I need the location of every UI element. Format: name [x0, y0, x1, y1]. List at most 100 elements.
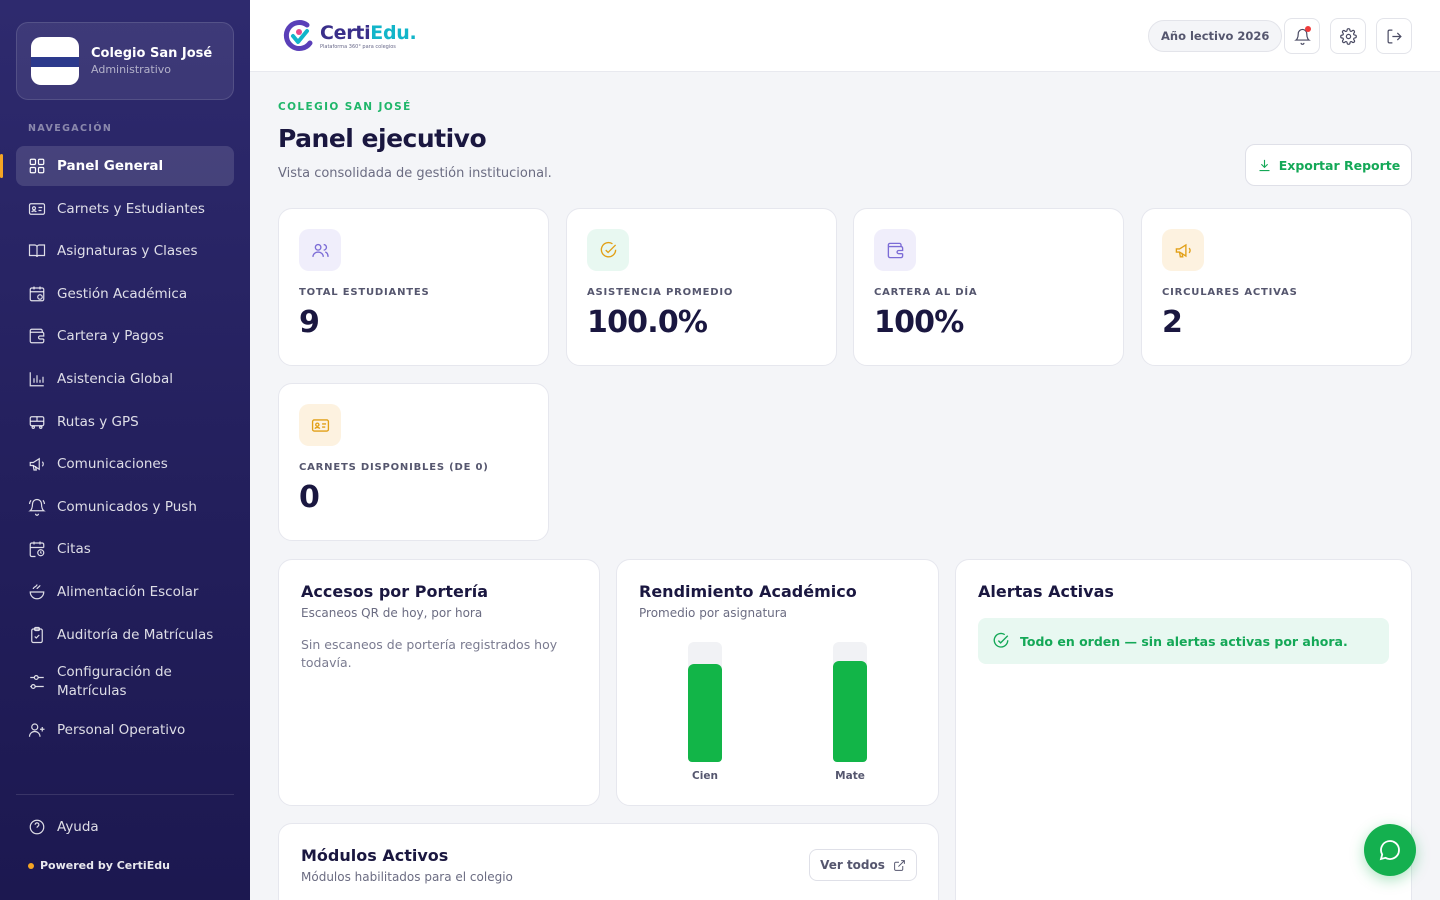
- export-label: Exportar Reporte: [1278, 157, 1401, 173]
- check-circle-icon: [587, 229, 629, 271]
- panel-subtitle: Escaneos QR de hoy, por hora: [301, 606, 483, 620]
- help-icon: [28, 818, 46, 836]
- sidebar-item-auditoria[interactable]: Auditoría de Matrículas: [16, 615, 234, 655]
- export-report-button[interactable]: Exportar Reporte: [1245, 144, 1412, 186]
- sidebar-item-panel-general[interactable]: Panel General: [0, 146, 234, 186]
- sidebar-item-personal[interactable]: Personal Operativo: [16, 710, 234, 750]
- school-card[interactable]: Colegio San José Administrativo: [16, 22, 234, 100]
- stat-card-cartera: CARTERA AL DÍA 100%: [853, 208, 1124, 366]
- sidebar: Colegio San José Administrativo NAVEGACI…: [0, 0, 250, 900]
- user-plus-icon: [28, 721, 46, 739]
- settings-sliders-icon: [28, 673, 46, 691]
- page-subtitle: Vista consolidada de gestión institucion…: [278, 166, 552, 181]
- sidebar-item-label: Configuración de Matrículas: [57, 664, 172, 700]
- check-circle-icon: [992, 632, 1020, 650]
- panel-subtitle: Módulos habilitados para el colegio: [301, 870, 513, 884]
- clipboard-check-icon: [28, 626, 46, 644]
- sidebar-item-label: Personal Operativo: [57, 721, 186, 738]
- id-card-icon: [28, 200, 46, 218]
- id-card-icon: [299, 404, 341, 446]
- sidebar-item-label: Citas: [57, 541, 91, 558]
- bar-track: [688, 642, 722, 762]
- logout-icon: [1386, 28, 1403, 45]
- stat-value: 100.0%: [587, 305, 708, 340]
- topbar: CertiEdu. Plataforma 360° para colegios …: [250, 0, 1440, 72]
- chat-fab-button[interactable]: [1364, 824, 1416, 876]
- logout-button[interactable]: [1376, 18, 1412, 54]
- nav-heading: NAVEGACIÓN: [28, 123, 113, 134]
- bus-icon: [28, 413, 46, 431]
- sidebar-item-alimentacion[interactable]: Alimentación Escolar: [16, 572, 234, 612]
- panel-title: Módulos Activos: [301, 846, 449, 865]
- sidebar-item-label: Carnets y Estudiantes: [57, 200, 205, 217]
- sidebar-nav: Panel General Carnets y Estudiantes Asig…: [0, 146, 234, 752]
- panel-title: Rendimiento Académico: [639, 582, 857, 601]
- panel-title: Accesos por Portería: [301, 582, 488, 601]
- megaphone-icon: [1162, 229, 1204, 271]
- brand-name: CertiEdu.: [320, 22, 417, 44]
- help-label: Ayuda: [57, 819, 99, 835]
- sidebar-item-asistencia[interactable]: Asistencia Global: [16, 359, 234, 399]
- alertas-activas-panel: Alertas Activas Todo en orden — sin aler…: [955, 559, 1412, 900]
- modulos-activos-panel: Módulos Activos Módulos habilitados para…: [278, 823, 939, 900]
- school-role: Administrativo: [91, 63, 172, 76]
- wallet-icon: [874, 229, 916, 271]
- users-icon: [299, 229, 341, 271]
- stat-label: ASISTENCIA PROMEDIO: [587, 287, 734, 298]
- accesos-porteria-panel: Accesos por Portería Escaneos QR de hoy,…: [278, 559, 600, 806]
- gear-icon: [1339, 27, 1357, 45]
- view-all-label: Ver todos: [820, 858, 885, 872]
- panel-subtitle: Promedio por asignatura: [639, 606, 788, 620]
- sidebar-item-carnets[interactable]: Carnets y Estudiantes: [16, 189, 234, 229]
- page-title: Panel ejecutivo: [278, 124, 487, 153]
- bar-cien[interactable]: [688, 664, 722, 762]
- sidebar-item-cartera[interactable]: Cartera y Pagos: [16, 316, 234, 356]
- sidebar-item-label: Asistencia Global: [57, 370, 174, 387]
- view-all-modules-button[interactable]: Ver todos: [809, 849, 917, 881]
- stat-value: 0: [299, 480, 320, 515]
- stat-label: CIRCULARES ACTIVAS: [1162, 287, 1298, 298]
- notification-badge: [1305, 26, 1311, 32]
- grid-icon: [28, 157, 46, 175]
- sidebar-divider: [16, 794, 234, 795]
- powered-by: Powered by CertiEdu: [28, 859, 170, 872]
- brand-logo[interactable]: CertiEdu. Plataforma 360° para colegios: [282, 18, 417, 54]
- sidebar-item-configuracion[interactable]: Configuración de Matrículas: [16, 657, 234, 707]
- sidebar-item-comunicaciones[interactable]: Comunicaciones: [16, 444, 234, 484]
- megaphone-icon: [28, 455, 46, 473]
- stat-card-total-estudiantes: TOTAL ESTUDIANTES 9: [278, 208, 549, 366]
- stat-card-asistencia: ASISTENCIA PROMEDIO 100.0%: [566, 208, 837, 366]
- external-link-icon: [885, 859, 906, 872]
- brand-tagline: Plataforma 360° para colegios: [320, 44, 396, 50]
- book-icon: [28, 242, 46, 260]
- food-icon: [28, 583, 46, 601]
- stat-value: 100%: [874, 305, 964, 340]
- powered-by-label: Powered by CertiEdu: [40, 859, 170, 872]
- calendar-icon: [28, 285, 46, 303]
- settings-button[interactable]: [1330, 18, 1366, 54]
- notifications-button[interactable]: [1284, 18, 1320, 54]
- sidebar-item-asignaturas[interactable]: Asignaturas y Clases: [16, 231, 234, 271]
- sidebar-item-rutas[interactable]: Rutas y GPS: [16, 402, 234, 442]
- wallet-icon: [28, 327, 46, 345]
- bar-mate[interactable]: [833, 661, 867, 762]
- stat-card-carnets: CARNETS DISPONIBLES (DE 0) 0: [278, 383, 549, 541]
- download-icon: [1257, 158, 1279, 173]
- sidebar-item-label: Gestión Académica: [57, 285, 188, 302]
- stat-label: CARNETS DISPONIBLES (DE 0): [299, 462, 489, 473]
- stat-label: TOTAL ESTUDIANTES: [299, 287, 430, 298]
- sidebar-item-label: Auditoría de Matrículas: [57, 626, 214, 643]
- chat-bubble-icon: [1378, 838, 1402, 862]
- certiedu-logo-icon: [283, 20, 313, 51]
- sidebar-item-citas[interactable]: Citas: [16, 529, 234, 569]
- bar-chart-icon: [28, 370, 46, 388]
- sidebar-item-gestion-academica[interactable]: Gestión Académica: [16, 274, 234, 314]
- help-link[interactable]: Ayuda: [28, 818, 99, 836]
- school-year-pill[interactable]: Año lectivo 2026: [1148, 20, 1283, 52]
- sidebar-item-label: Comunicaciones: [57, 456, 168, 473]
- sidebar-item-comunicados-push[interactable]: Comunicados y Push: [16, 487, 234, 527]
- bell-ring-icon: [28, 498, 46, 516]
- sidebar-item-label: Comunicados y Push: [57, 498, 197, 515]
- bar-category-label: Cien: [692, 770, 718, 782]
- sidebar-item-label: Cartera y Pagos: [57, 328, 164, 345]
